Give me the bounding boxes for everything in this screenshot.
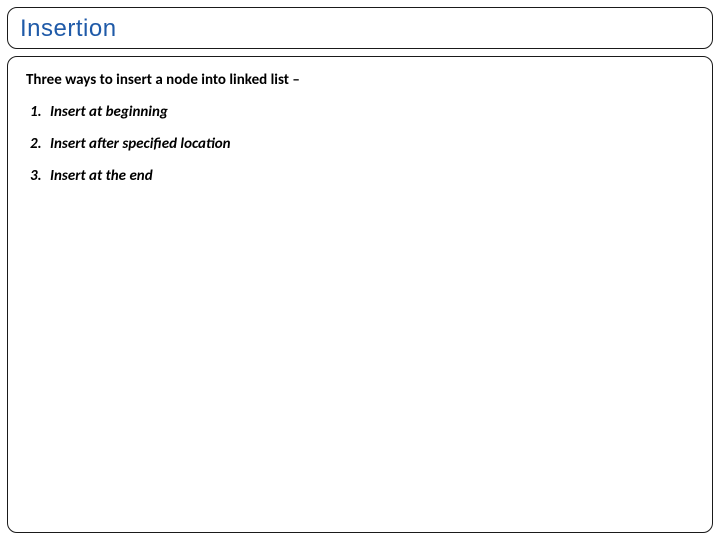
list-item: Insert at beginning bbox=[30, 103, 694, 121]
list-item: Insert after specified location bbox=[30, 135, 694, 153]
title-container: Insertion bbox=[7, 7, 713, 49]
insertion-methods-list: Insert at beginning Insert after specifi… bbox=[26, 103, 694, 185]
list-item: Insert at the end bbox=[30, 167, 694, 185]
intro-text: Three ways to insert a node into linked … bbox=[26, 71, 694, 89]
slide-title: Insertion bbox=[20, 15, 117, 43]
content-container: Three ways to insert a node into linked … bbox=[7, 56, 713, 533]
